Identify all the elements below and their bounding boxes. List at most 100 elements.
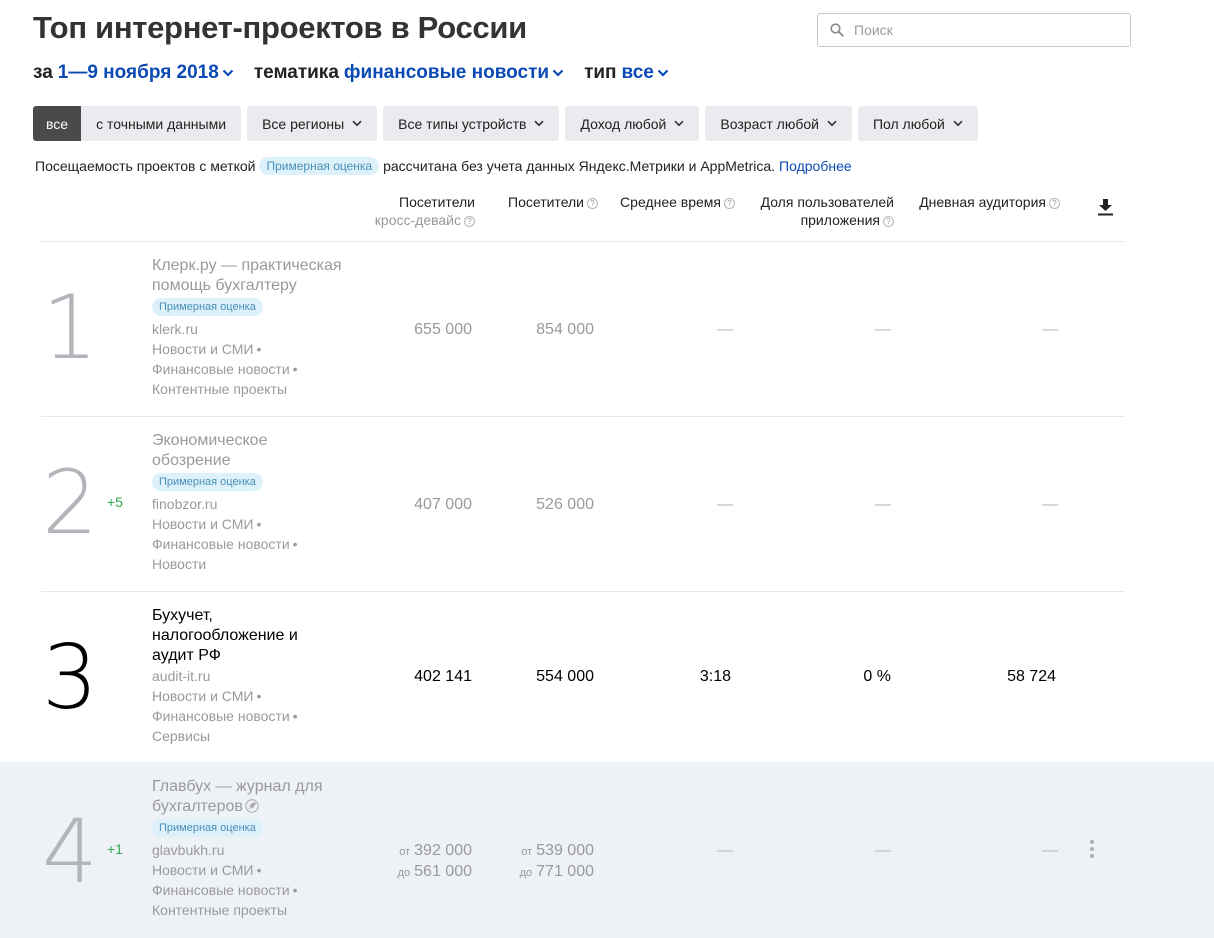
help-icon[interactable]: ? bbox=[1049, 198, 1060, 209]
chevron-down-icon bbox=[222, 69, 234, 77]
col-app-share[interactable]: Доля пользователей приложения? bbox=[761, 193, 894, 229]
table-row[interactable]: 4 +1 Главбух — журнал для бухгалтеров Пр… bbox=[0, 762, 1214, 938]
project-name[interactable]: Экономическое обозрение bbox=[152, 431, 362, 471]
help-icon[interactable]: ? bbox=[587, 198, 598, 209]
project-name[interactable]: Бухучет, налогообложение и аудит РФ bbox=[152, 606, 362, 666]
table-row[interactable]: 2 +5 Экономическое обозрение Примерная о… bbox=[0, 417, 1214, 591]
project-domain: audit-it.ru bbox=[152, 668, 211, 684]
col-daily-title: Дневная аудитория bbox=[919, 194, 1046, 210]
range-to-value: 561 000 bbox=[414, 863, 472, 880]
search-box[interactable] bbox=[817, 13, 1131, 47]
avg-time-value: 3:18 bbox=[699, 668, 731, 685]
project-domain: klerk.ru bbox=[152, 321, 198, 337]
col-visitors-title: Посетители bbox=[508, 194, 584, 210]
topic-selector[interactable]: финансовые новости bbox=[344, 62, 564, 84]
type-label: тип bbox=[584, 62, 617, 83]
table-row[interactable]: 1 Клерк.ру — практическая помощь бухгалт… bbox=[0, 242, 1214, 416]
chevron-down-icon bbox=[534, 120, 545, 127]
project-name-line: обозрение bbox=[152, 452, 231, 469]
col-avg-time-title: Среднее время bbox=[620, 194, 721, 210]
category: Финансовые новости bbox=[152, 536, 290, 552]
project-name-line: Главбух — журнал для bbox=[152, 778, 323, 795]
rank-number: 2 bbox=[42, 451, 98, 554]
range-from-label: от bbox=[399, 846, 411, 858]
project-domain: glavbukh.ru bbox=[152, 842, 225, 858]
col-visitors[interactable]: Посетители? bbox=[508, 193, 598, 211]
col-avg-time[interactable]: Среднее время? bbox=[620, 193, 735, 211]
range-from-value: 539 000 bbox=[536, 842, 594, 859]
filter-all-button[interactable]: все bbox=[33, 106, 82, 141]
filter-bar: все с точными данными Все регионы Все ти… bbox=[33, 106, 984, 141]
data-type-toggle: все с точными данными bbox=[33, 106, 242, 141]
project-name-line: налогообложение и bbox=[152, 627, 298, 644]
rocket-icon bbox=[245, 799, 259, 813]
project-name-line: Экономическое bbox=[152, 432, 268, 449]
project-name-line: Бухучет, bbox=[152, 607, 213, 624]
col-app-share-title: Доля пользователей bbox=[760, 194, 894, 210]
note-text-after: рассчитана без учета данных Яндекс.Метри… bbox=[383, 158, 776, 174]
avg-time-value: — bbox=[717, 496, 733, 513]
table-row[interactable]: 3 Бухучет, налогообложение и аудит РФ au… bbox=[0, 592, 1214, 762]
col-visitors-cross-title: Посетители bbox=[399, 194, 475, 210]
estimate-tag: Примерная оценка bbox=[152, 298, 263, 316]
chevron-down-icon bbox=[827, 120, 837, 127]
project-name[interactable]: Клерк.ру — практическая помощь бухгалтер… bbox=[152, 256, 362, 296]
category: Контентные проекты bbox=[152, 902, 288, 918]
col-visitors-cross[interactable]: Посетители кросс-девайс? bbox=[375, 193, 475, 229]
daily-value: — bbox=[1042, 496, 1058, 513]
visitors-cross-value: 402 141 bbox=[414, 668, 472, 685]
estimate-tag: Примерная оценка bbox=[152, 473, 263, 491]
visitors-cross-value: 655 000 bbox=[414, 321, 472, 338]
topic-value: финансовые новости bbox=[343, 62, 550, 83]
report-params: за 1—9 ноября 2018 тематика финансовые н… bbox=[33, 62, 689, 84]
daily-value: — bbox=[1042, 842, 1058, 859]
help-icon[interactable]: ? bbox=[724, 198, 735, 209]
devices-label: Все типы устройств bbox=[398, 115, 527, 132]
devices-dropdown[interactable]: Все типы устройств bbox=[383, 106, 560, 141]
col-app-share-sub: приложения bbox=[800, 212, 880, 228]
help-icon[interactable]: ? bbox=[464, 216, 475, 227]
range-from-label: от bbox=[521, 846, 533, 858]
type-value: все bbox=[621, 62, 654, 83]
gender-dropdown[interactable]: Пол любой bbox=[857, 106, 978, 141]
period-value: 1—9 ноября 2018 bbox=[57, 62, 219, 83]
filter-exact-button[interactable]: с точными данными bbox=[81, 106, 242, 141]
project-name[interactable]: Главбух — журнал для бухгалтеров bbox=[152, 777, 362, 817]
category: Сервисы bbox=[152, 728, 211, 744]
chevron-down-icon bbox=[674, 120, 684, 127]
regions-dropdown[interactable]: Все регионы bbox=[247, 106, 378, 141]
range-to-value: 771 000 bbox=[536, 863, 594, 880]
help-icon[interactable]: ? bbox=[883, 216, 894, 227]
estimate-tag: Примерная оценка bbox=[259, 157, 380, 175]
app-share-value: — bbox=[875, 842, 891, 859]
rank-delta: +1 bbox=[107, 841, 123, 857]
download-icon[interactable] bbox=[1097, 198, 1114, 216]
search-input[interactable] bbox=[854, 22, 1094, 38]
estimate-tag: Примерная оценка bbox=[152, 819, 263, 837]
project-name-line: бухгалтеров bbox=[152, 798, 243, 815]
range-from-value: 392 000 bbox=[414, 842, 472, 859]
age-dropdown[interactable]: Возраст любой bbox=[705, 106, 852, 141]
project-name-line: помощь бухгалтеру bbox=[152, 277, 297, 294]
income-dropdown[interactable]: Доход любой bbox=[565, 106, 700, 141]
category: Контентные проекты bbox=[152, 381, 288, 397]
col-daily[interactable]: Дневная аудитория? bbox=[919, 193, 1060, 211]
category: Новости и СМИ bbox=[152, 688, 254, 704]
avg-time-value: — bbox=[717, 321, 733, 338]
more-options-icon[interactable] bbox=[1090, 840, 1096, 861]
rank-delta: +5 bbox=[107, 494, 123, 510]
range-to-label: до bbox=[519, 867, 533, 879]
type-selector[interactable]: все bbox=[622, 62, 669, 84]
visitors-value: 526 000 bbox=[536, 496, 594, 513]
daily-value: — bbox=[1042, 321, 1058, 338]
period-selector[interactable]: 1—9 ноября 2018 bbox=[58, 62, 234, 84]
visitors-value: 854 000 bbox=[536, 321, 594, 338]
more-info-link[interactable]: Подробнее bbox=[779, 158, 852, 174]
category: Новости и СМИ bbox=[152, 516, 254, 532]
visitors-value: 554 000 bbox=[536, 668, 594, 685]
daily-value: 58 724 bbox=[1007, 668, 1056, 685]
chevron-down-icon bbox=[552, 69, 564, 77]
category: Новости bbox=[152, 556, 207, 572]
chevron-down-icon bbox=[657, 69, 669, 77]
rank-number: 1 bbox=[42, 276, 98, 379]
